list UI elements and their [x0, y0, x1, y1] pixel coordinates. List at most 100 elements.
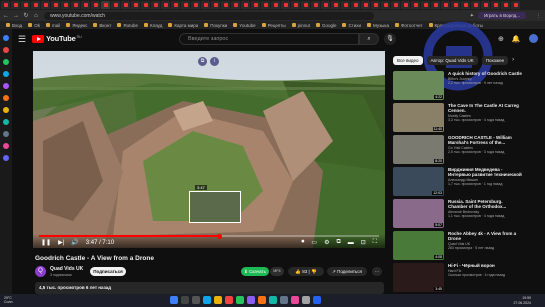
info-icon[interactable]: i	[210, 57, 219, 66]
bookmark-item[interactable]: Google	[315, 23, 336, 28]
recommendation-item[interactable]: 4:08 Roche Abbey 4k - A View from a Drone…	[393, 231, 523, 262]
browser-tab[interactable]	[241, 1, 250, 9]
app-icon[interactable]	[258, 296, 266, 304]
browser-tab[interactable]	[71, 1, 80, 9]
recommendation-thumbnail[interactable]: 12:03	[393, 167, 444, 196]
recommendation-title[interactable]: Hi-Fi - Чёрный ворон	[448, 263, 523, 268]
browser-tab[interactable]	[161, 1, 170, 9]
app-icon[interactable]	[280, 296, 288, 304]
bookmark-item[interactable]: Покупки	[204, 23, 227, 28]
browser-tab[interactable]	[301, 1, 310, 9]
recommendation-title[interactable]: The Cave In The Castle At Carreg Cennen.	[448, 103, 523, 113]
recommendation-item[interactable]: 8:20 GOODRICH CASTLE - William Marshal's …	[393, 135, 523, 166]
like-button[interactable]: 👍 83 | 👎	[288, 267, 324, 276]
search-input[interactable]: Введите запрос	[179, 33, 359, 45]
sidebar-app-icon[interactable]	[3, 119, 9, 125]
browser-tab[interactable]	[221, 1, 230, 9]
start-icon[interactable]	[170, 296, 178, 304]
extension-icon[interactable]: ✦	[470, 13, 474, 19]
system-clock[interactable]: 19:59 27.06.2024	[513, 296, 531, 305]
browser-tab[interactable]	[181, 1, 190, 9]
app-icon[interactable]	[247, 296, 255, 304]
browser-tab[interactable]	[131, 1, 140, 9]
pause-icon[interactable]: ❚❚	[41, 239, 51, 246]
bookmark-item[interactable]: Рецепты	[261, 23, 286, 28]
recommendation-title[interactable]: Вирджиния Медведева - Интервью развитие …	[448, 167, 523, 177]
recommendation-item[interactable]: 4:22 A quick history of Goodrich Castle Bi…	[393, 71, 523, 102]
subscribe-button[interactable]: Подписаться	[90, 267, 126, 276]
bookmark-item[interactable]: Карта мира	[168, 23, 198, 28]
recommendation-title[interactable]: A quick history of Goodrich Castle	[448, 71, 523, 76]
search-icon[interactable]	[181, 296, 189, 304]
browser-tab[interactable]	[501, 1, 510, 9]
recommendation-thumbnail[interactable]: 4:22	[393, 71, 444, 100]
app-icon[interactable]	[269, 296, 277, 304]
browser-tab[interactable]	[51, 1, 60, 9]
app-icon[interactable]	[302, 296, 310, 304]
browser-tab[interactable]	[61, 1, 70, 9]
volume-icon[interactable]: 🔊	[71, 239, 78, 246]
browser-tab[interactable]	[491, 1, 500, 9]
recommendation-thumbnail[interactable]: 8:20	[393, 135, 444, 164]
chip-author[interactable]: Автор: Quad Vids UK	[426, 56, 478, 65]
edge-icon[interactable]	[203, 296, 211, 304]
browser-tab[interactable]	[311, 1, 320, 9]
theater-icon[interactable]: ▬	[348, 240, 354, 246]
browser-tab[interactable]	[391, 1, 400, 9]
avatar[interactable]	[528, 34, 538, 43]
browser-tab[interactable]	[231, 1, 240, 9]
autoplay-toggle-icon[interactable]: ⏺	[301, 239, 304, 246]
sidebar-app-icon[interactable]	[3, 155, 9, 161]
browser-tab[interactable]	[381, 1, 390, 9]
back-icon[interactable]: ←	[2, 13, 10, 19]
sidebar-app-icon[interactable]	[3, 107, 9, 113]
recommendation-item[interactable]: 3:45 Hi-Fi - Чёрный ворон Hard Fix Сколько …	[393, 263, 523, 294]
browser-tab[interactable]	[211, 1, 220, 9]
browser-tab[interactable]	[31, 1, 40, 9]
app-icon[interactable]	[313, 296, 321, 304]
browser-tab[interactable]	[151, 1, 160, 9]
recommendation-item[interactable]: 5:07 Russia. Saint Petersburg. Chamber of…	[393, 199, 523, 230]
miniplayer-icon[interactable]: ⧉	[336, 239, 340, 246]
recommendation-title[interactable]: GOODRICH CASTLE - William Marshal's Fort…	[448, 135, 523, 145]
browser-tab[interactable]	[281, 1, 290, 9]
browser-tab[interactable]	[461, 1, 470, 9]
browser-tab[interactable]	[351, 1, 360, 9]
browser-tab[interactable]	[121, 1, 130, 9]
explorer-icon[interactable]	[214, 296, 222, 304]
sidebar-app-icon[interactable]	[3, 47, 9, 53]
browser-tab[interactable]	[471, 1, 480, 9]
bookmark-item[interactable]: Rutube	[117, 23, 138, 28]
browser-tab[interactable]	[191, 1, 200, 9]
browser-tab[interactable]	[271, 1, 280, 9]
sidebar-app-icon[interactable]	[3, 131, 9, 137]
next-icon[interactable]: ▶|	[58, 239, 64, 246]
video-player[interactable]: ⧉ i 3:47 ❚❚ ▶| 🔊 3:47 / 7:10 ⏺ ▭ ⚙ ⧉ ▬ ⊡…	[33, 51, 385, 248]
fullscreen-icon[interactable]: ⛶	[373, 239, 377, 246]
bookmark-item[interactable]: Фотоотчет	[394, 23, 423, 28]
bookmark-item[interactable]: Стихи	[342, 23, 361, 28]
browser-tab[interactable]	[511, 1, 520, 9]
app-icon[interactable]	[225, 296, 233, 304]
cast-icon[interactable]: ⧉	[198, 57, 207, 66]
recommendation-thumbnail[interactable]: 11:40	[393, 103, 444, 132]
sidebar-app-icon[interactable]	[3, 83, 9, 89]
menu-burger-icon[interactable]: ☰	[18, 34, 26, 45]
browser-tab[interactable]	[111, 1, 120, 9]
browser-tab[interactable]	[411, 1, 420, 9]
sidebar-app-icon[interactable]	[3, 143, 9, 149]
browser-tab[interactable]	[451, 1, 460, 9]
task-view-icon[interactable]	[192, 296, 200, 304]
bookmark-item[interactable]: Вход	[6, 23, 22, 28]
sidebar-app-icon[interactable]	[3, 35, 9, 41]
create-icon[interactable]: ⊕	[498, 35, 504, 43]
browser-tab[interactable]	[91, 1, 100, 9]
bookmark-item[interactable]: Краткосрочные работы	[428, 23, 483, 28]
menu-icon[interactable]: ⋮	[536, 13, 541, 19]
browser-tab[interactable]	[101, 1, 110, 9]
recommendation-title[interactable]: Roche Abbey 4k - A View from a Drone	[448, 231, 523, 241]
weather-widget[interactable]: 29°C Солн.	[4, 296, 13, 304]
browser-tab[interactable]	[261, 1, 270, 9]
browser-tab[interactable]	[401, 1, 410, 9]
browser-tab[interactable]	[81, 1, 90, 9]
